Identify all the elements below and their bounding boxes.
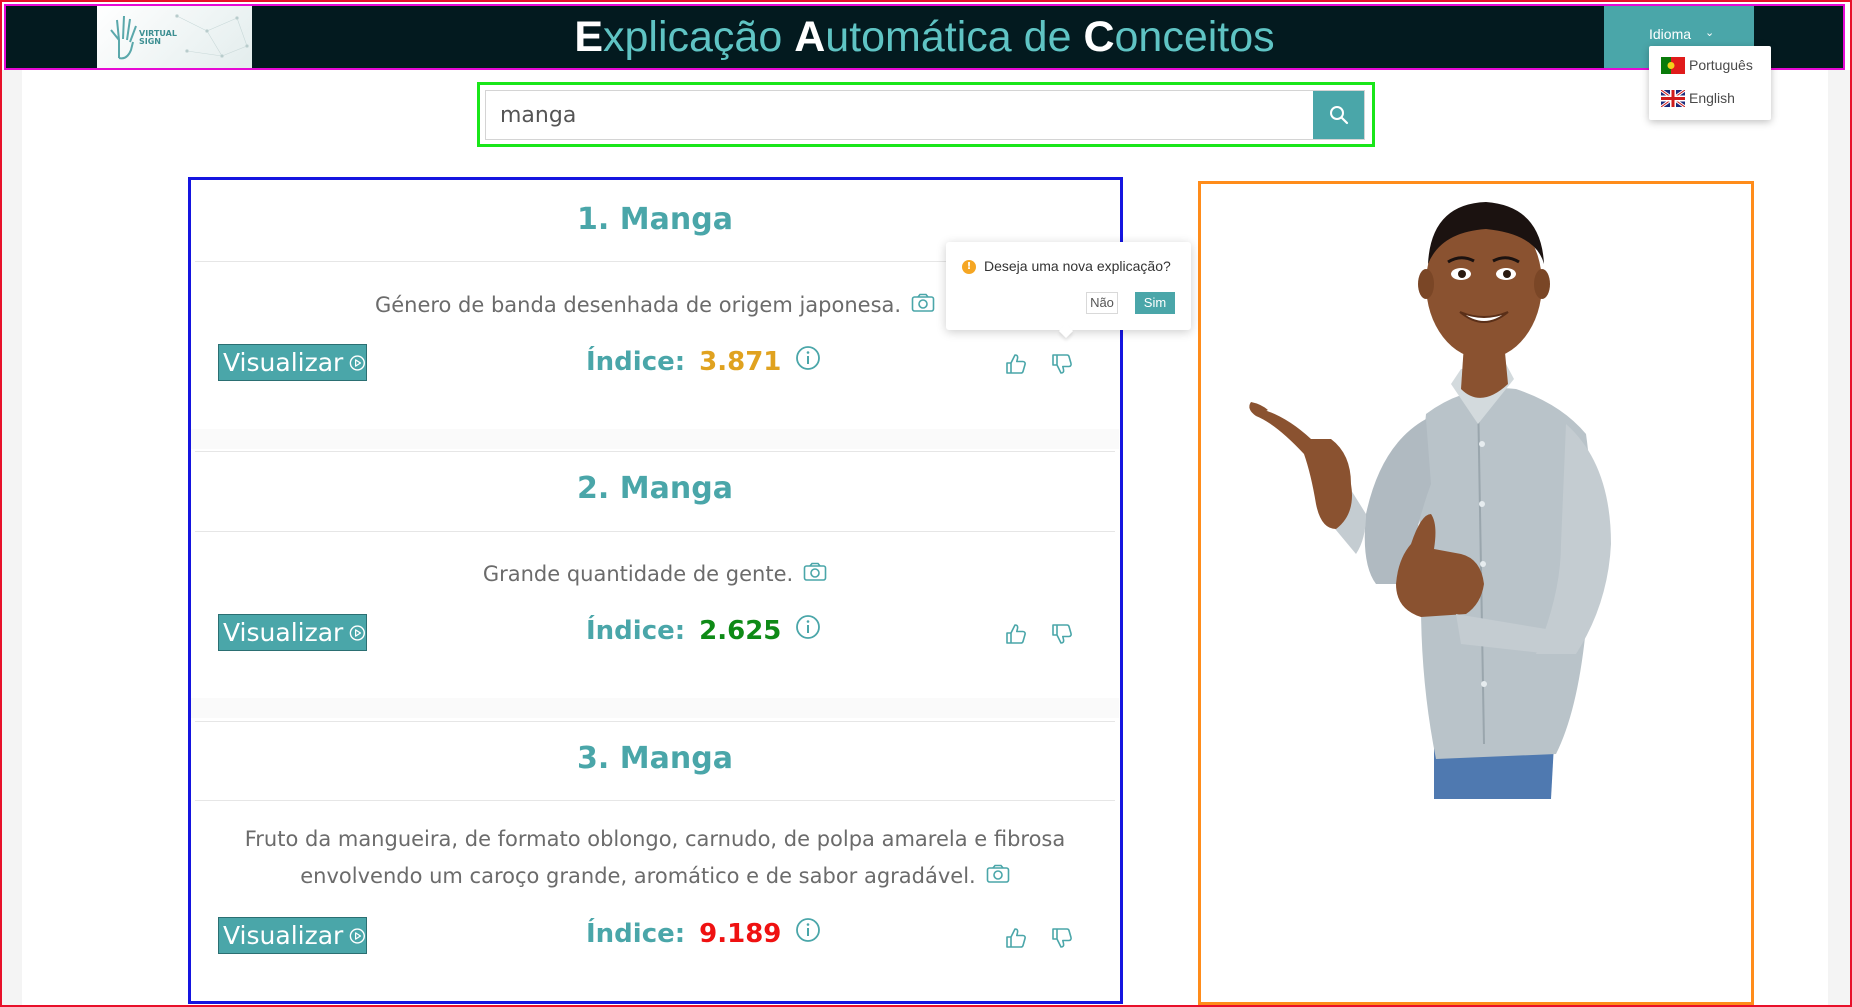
language-option-label: English xyxy=(1689,90,1735,106)
index-label: Índice: xyxy=(586,346,686,377)
top-header: VIRTUAL SIGN Explicação Automática de Co… xyxy=(6,6,1843,68)
card-divider xyxy=(195,451,1115,452)
result-description-text: Grande quantidade de gente. xyxy=(482,562,794,586)
index-value: 9.189 xyxy=(699,918,782,949)
language-button-label: Idioma xyxy=(1649,26,1692,42)
result-title: 1. Manga xyxy=(577,202,733,237)
play-circle-icon xyxy=(350,927,366,944)
result-description-line1: Fruto da mangueira, de formato oblongo, … xyxy=(244,827,1066,851)
thumbs-up-icon[interactable] xyxy=(1004,926,1028,954)
info-icon[interactable] xyxy=(795,345,821,378)
thumbs-down-icon[interactable] xyxy=(1050,926,1074,954)
result-card-3: 3. Manga Fruto da mangueira, de formato … xyxy=(191,721,1119,1001)
index-display: Índice: 2.625 xyxy=(586,614,821,647)
card-gap xyxy=(191,429,1119,449)
visualize-label: Visualizar xyxy=(223,348,344,377)
search-button[interactable] xyxy=(1313,91,1364,139)
thumbs-down-icon[interactable] xyxy=(1050,622,1074,650)
feedback-buttons xyxy=(1004,622,1096,650)
result-title: 3. Manga xyxy=(577,741,733,776)
uk-flag-icon xyxy=(1661,89,1685,107)
page-title: Explicação Automática de Conceitos xyxy=(6,6,1843,68)
card-divider xyxy=(195,531,1115,532)
feedback-buttons xyxy=(1004,352,1096,380)
chevron-down-icon: ⌄ xyxy=(1705,27,1715,39)
result-description-text: Género de banda desenhada de origem japo… xyxy=(374,293,902,317)
visualize-button[interactable]: Visualizar xyxy=(218,917,367,954)
card-gap xyxy=(191,698,1119,718)
info-icon[interactable] xyxy=(795,614,821,647)
new-explanation-popover: ! Deseja uma nova explicação? Não Sim xyxy=(946,242,1191,339)
result-description: Fruto da mangueira, de formato oblongo, … xyxy=(221,821,1089,896)
thumbs-down-icon[interactable] xyxy=(1050,352,1074,380)
thumbs-up-icon[interactable] xyxy=(1004,352,1028,380)
language-option-english[interactable]: English xyxy=(1661,87,1735,109)
sign-language-avatar xyxy=(1249,202,1611,799)
popover-message: Deseja uma nova explicação? xyxy=(984,258,1171,274)
search-icon xyxy=(1329,106,1348,125)
card-divider xyxy=(195,721,1115,722)
index-label: Índice: xyxy=(586,918,686,949)
title-cap-c: C xyxy=(1083,13,1115,61)
feedback-buttons xyxy=(1004,926,1096,954)
play-circle-icon xyxy=(350,624,366,641)
warning-icon: ! xyxy=(962,260,976,274)
info-icon[interactable] xyxy=(795,917,821,950)
visualize-label: Visualizar xyxy=(223,921,344,950)
index-display: Índice: 3.871 xyxy=(586,345,821,378)
language-menu: Português English xyxy=(1649,46,1771,120)
index-value: 3.871 xyxy=(699,346,782,377)
title-part-2: utomática de xyxy=(825,13,1084,61)
no-button[interactable]: Não xyxy=(1086,292,1118,314)
right-gutter xyxy=(1828,70,1850,1005)
visualize-button[interactable]: Visualizar xyxy=(218,344,367,381)
camera-icon[interactable] xyxy=(911,288,935,325)
visualize-button[interactable]: Visualizar xyxy=(218,614,367,651)
thumbs-up-icon[interactable] xyxy=(1004,622,1028,650)
title-part-3: onceitos xyxy=(1114,13,1275,61)
title-part-1: xplicação xyxy=(603,13,795,61)
result-title: 2. Manga xyxy=(577,471,733,506)
result-description: Grande quantidade de gente. xyxy=(221,556,1089,594)
card-divider xyxy=(195,800,1115,801)
language-option-label: Português xyxy=(1689,57,1753,73)
search-bar xyxy=(485,90,1365,140)
camera-icon[interactable] xyxy=(803,557,827,594)
visualize-label: Visualizar xyxy=(223,618,344,647)
index-value: 2.625 xyxy=(699,615,782,646)
play-circle-icon xyxy=(350,354,366,371)
index-display: Índice: 9.189 xyxy=(586,917,821,950)
yes-button[interactable]: Sim xyxy=(1135,292,1175,314)
search-input[interactable] xyxy=(486,91,1312,139)
result-description-line2: envolvendo um caroço grande, aromático e… xyxy=(300,864,976,888)
left-gutter xyxy=(2,70,22,1005)
portugal-flag-icon xyxy=(1661,56,1685,74)
title-cap-a: A xyxy=(794,13,826,61)
index-label: Índice: xyxy=(586,615,686,646)
result-card-2: 2. Manga Grande quantidade de gente. Vis… xyxy=(191,451,1119,697)
camera-icon[interactable] xyxy=(986,859,1010,896)
language-option-portuguese[interactable]: Português xyxy=(1661,54,1753,76)
title-cap-e: E xyxy=(574,13,603,61)
